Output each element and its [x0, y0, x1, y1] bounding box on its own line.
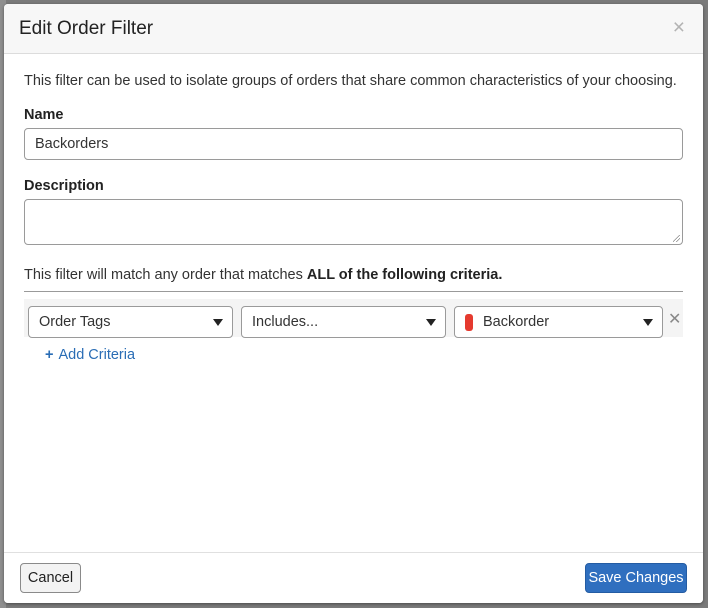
dialog-body: This filter can be used to isolate group…: [24, 54, 683, 363]
caret-down-icon: [213, 319, 223, 326]
name-label: Name: [24, 107, 64, 123]
caret-down-icon: [426, 319, 436, 326]
add-criteria-label: Add Criteria: [58, 347, 136, 363]
criteria-operator-value: Includes...: [252, 314, 319, 330]
criteria-row: Order Tags Includes... Backorder ✕: [24, 299, 683, 338]
criteria-intro: This filter will match any order that ma…: [24, 267, 683, 292]
dialog-header: Edit Order Filter ×: [4, 4, 703, 54]
cancel-button[interactable]: Cancel: [20, 563, 81, 593]
description-textarea[interactable]: [24, 199, 683, 245]
criteria-field-select[interactable]: Order Tags: [28, 306, 233, 338]
name-input[interactable]: [24, 128, 683, 160]
criteria-value-select[interactable]: Backorder: [454, 306, 663, 338]
remove-criteria-icon[interactable]: ✕: [668, 309, 681, 329]
description-label: Description: [24, 178, 104, 194]
resize-grip-icon[interactable]: [673, 235, 680, 242]
dialog-title: Edit Order Filter: [19, 18, 154, 39]
dialog-footer: Cancel Save Changes: [4, 552, 703, 603]
criteria-field-value: Order Tags: [39, 314, 111, 330]
caret-down-icon: [643, 319, 653, 326]
criteria-value-label: Backorder: [483, 314, 550, 330]
save-changes-button[interactable]: Save Changes: [585, 563, 687, 593]
criteria-intro-prefix: This filter will match any order that ma…: [24, 267, 307, 283]
criteria-operator-select[interactable]: Includes...: [241, 306, 446, 338]
criteria-intro-bold: ALL of the following criteria: [306, 267, 499, 283]
plus-icon: +: [45, 347, 54, 363]
add-criteria-link[interactable]: + Add Criteria: [45, 347, 683, 363]
edit-order-filter-dialog: Edit Order Filter × This filter can be u…: [4, 4, 703, 603]
close-icon[interactable]: ×: [673, 17, 685, 39]
criteria-intro-suffix: .: [498, 267, 503, 283]
filter-intro-text: This filter can be used to isolate group…: [24, 73, 677, 89]
tag-color-swatch: [465, 313, 473, 331]
